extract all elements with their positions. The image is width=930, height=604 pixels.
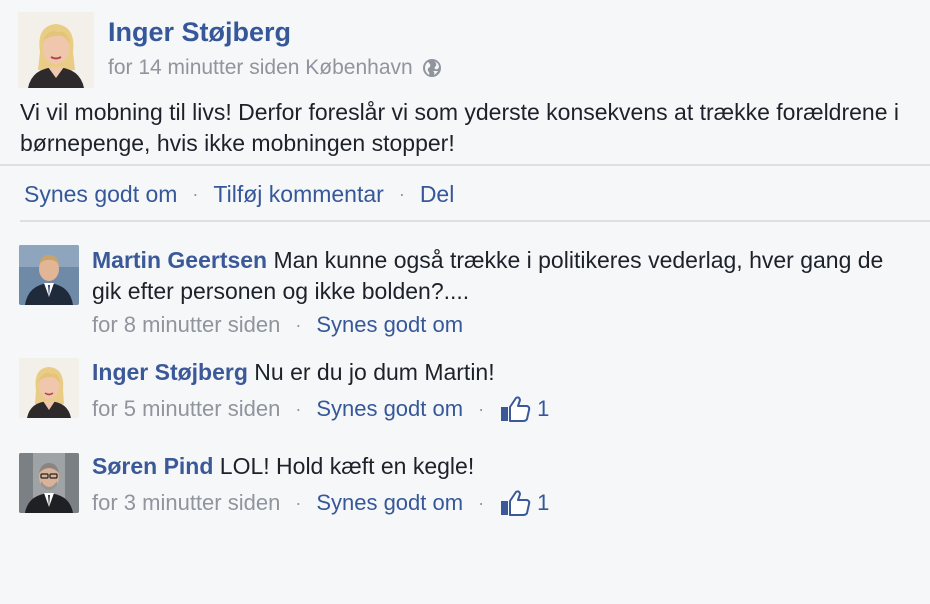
avatar-photo-inger (18, 12, 94, 88)
comment-avatar-martin[interactable] (19, 245, 79, 305)
comment-like-link[interactable]: Synes godt om (316, 312, 463, 338)
globe-icon[interactable] (422, 58, 442, 78)
comment-like-link[interactable]: Synes godt om (316, 396, 463, 422)
post-meta: for 14 minutter siden København (108, 56, 442, 80)
comment-avatar-soren[interactable] (19, 453, 79, 513)
comment-1-body: Martin Geertsen Man kunne også trække i … (92, 245, 892, 307)
post-divider (0, 164, 930, 166)
post-timestamp[interactable]: for 14 minutter siden (108, 56, 299, 80)
comment-1-meta: for 8 minutter siden · Synes godt om (92, 312, 463, 338)
comment-avatar-inger[interactable] (19, 358, 79, 418)
action-separator: · (192, 184, 199, 204)
comment-2-body: Inger Støjberg Nu er du jo dum Martin! (92, 357, 892, 388)
comment-timestamp[interactable]: for 8 minutter siden (92, 312, 280, 338)
like-link[interactable]: Synes godt om (24, 181, 177, 208)
avatar-photo-soren (19, 453, 79, 513)
comment-timestamp[interactable]: for 5 minutter siden (92, 396, 280, 422)
facebook-post: Inger Støjberg for 14 minutter siden Køb… (0, 0, 930, 604)
meta-separator: · (295, 398, 302, 419)
comment-text: Nu er du jo dum Martin! (254, 359, 495, 385)
comment-3-body: Søren Pind LOL! Hold kæft en kegle! (92, 451, 892, 482)
comment-author[interactable]: Søren Pind (92, 453, 213, 479)
like-count[interactable]: 1 (537, 490, 549, 516)
meta-separator: · (295, 314, 302, 335)
comment-timestamp[interactable]: for 3 minutter siden (92, 490, 280, 516)
action-separator: · (398, 184, 405, 204)
meta-separator: · (478, 398, 485, 419)
avatar-photo-inger-small (19, 358, 79, 418)
meta-separator: · (478, 492, 485, 513)
thumbs-up-icon[interactable] (499, 489, 531, 517)
post-text: Vi vil mobning til livs! Derfor foreslår… (20, 99, 900, 156)
author-avatar[interactable] (18, 12, 94, 88)
post-author-name[interactable]: Inger Støjberg (108, 17, 291, 48)
comment-3-meta: for 3 minutter siden · Synes godt om · 1 (92, 489, 549, 517)
comment-like-link[interactable]: Synes godt om (316, 490, 463, 516)
comment-text: LOL! Hold kæft en kegle! (219, 453, 475, 479)
comment-author[interactable]: Inger Støjberg (92, 359, 248, 385)
thumbs-up-icon[interactable] (499, 395, 531, 423)
comment-2-meta: for 5 minutter siden · Synes godt om · 1 (92, 395, 549, 423)
comment-author[interactable]: Martin Geertsen (92, 247, 267, 273)
actions-divider (20, 220, 930, 222)
like-count[interactable]: 1 (537, 396, 549, 422)
add-comment-link[interactable]: Tilføj kommentar (213, 181, 383, 208)
share-link[interactable]: Del (420, 181, 455, 208)
avatar-photo-martin (19, 245, 79, 305)
post-location[interactable]: København (305, 56, 412, 80)
meta-separator: · (295, 492, 302, 513)
post-actions: Synes godt om · Tilføj kommentar · Del (24, 181, 454, 208)
